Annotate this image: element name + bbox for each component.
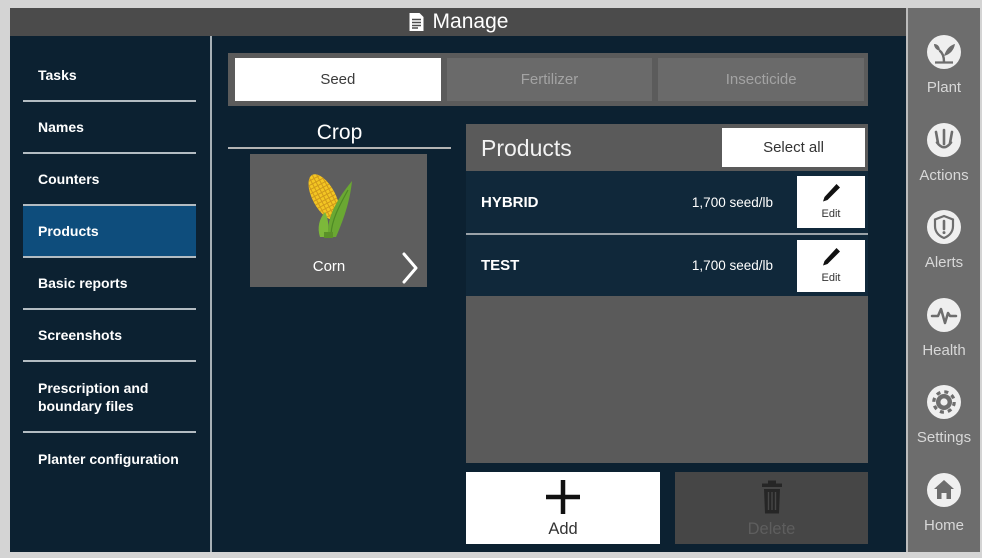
sidebar-item-label: Alerts — [924, 254, 964, 272]
plant-icon — [927, 35, 961, 69]
product-rate: 1,700 seed/lb — [691, 258, 773, 273]
product-name: TEST — [481, 257, 520, 274]
nav-item-label: Basic reports — [38, 275, 128, 291]
tab-fertilizer[interactable]: Fertilizer — [446, 58, 653, 101]
edit-button[interactable]: Edit — [797, 239, 865, 292]
left-nav: Tasks Names Counters Products Basic repo… — [10, 36, 210, 552]
nav-item-label: Planter configuration — [38, 451, 179, 467]
nav-item-label: Products — [38, 223, 99, 239]
nav-item-counters[interactable]: Counters — [23, 154, 196, 206]
sidebar-item-actions[interactable]: Actions — [908, 122, 980, 184]
crop-label: Corn — [312, 258, 346, 275]
tab-insecticide[interactable]: Insecticide — [658, 58, 865, 101]
products-panel: Products Select all HYBRID 1,700 seed/lb… — [466, 124, 868, 463]
tab-label: Insecticide — [725, 71, 797, 88]
nav-item-label: Screenshots — [38, 327, 123, 343]
crop-heading: Crop — [228, 118, 451, 149]
edit-label: Edit — [821, 208, 841, 220]
sidebar-item-settings[interactable]: Settings — [908, 385, 980, 446]
products-heading: Products — [481, 134, 572, 161]
alert-shield-icon — [927, 210, 961, 245]
product-name: HYBRID — [481, 193, 539, 211]
edit-label: Edit — [821, 271, 841, 284]
nav-item-names[interactable]: Names — [23, 102, 196, 154]
sidebar-item-label: Actions — [919, 166, 969, 184]
tab-label: Fertilizer — [520, 71, 579, 88]
add-button[interactable]: Add — [466, 472, 660, 544]
nav-item-label: Counters — [38, 171, 100, 187]
tab-label: Seed — [320, 71, 356, 88]
sidebar-item-label: Health — [922, 341, 966, 359]
sidebar-item-label: Settings — [916, 429, 972, 447]
sidebar-item-plant[interactable]: Plant — [908, 35, 980, 96]
add-label: Add — [548, 520, 578, 538]
nav-item-label: Prescription and boundary files — [38, 379, 149, 414]
sidebar-item-label: Home — [923, 516, 964, 534]
right-sidebar: Plant Actions Alerts Health Settings Hom… — [906, 8, 980, 552]
crop-card-corn[interactable]: Corn — [250, 154, 427, 287]
home-icon — [927, 472, 961, 507]
nav-item-planter-configuration[interactable]: Planter configuration — [23, 433, 196, 485]
edit-button[interactable]: Edit — [797, 176, 865, 228]
product-row[interactable]: HYBRID 1,700 seed/lb Edit — [466, 171, 868, 235]
nav-item-label: Tasks — [38, 67, 77, 83]
sidebar-item-alerts[interactable]: Alerts — [908, 210, 980, 271]
health-pulse-icon — [927, 297, 961, 332]
manage-screen: Manage Tasks Names Counters Products Bas… — [0, 0, 982, 558]
sidebar-item-label: Plant — [926, 79, 962, 96]
tab-seed[interactable]: Seed — [235, 58, 441, 101]
title-bar: Manage — [10, 8, 906, 36]
product-rate: 1,700 seed/lb — [691, 194, 773, 210]
main-content: Seed Fertilizer Insecticide Crop Corn Pr… — [212, 36, 906, 552]
product-row[interactable]: TEST 1,700 seed/lb Edit — [466, 235, 868, 296]
product-type-tabs: Seed Fertilizer Insecticide — [228, 53, 868, 106]
nav-item-products[interactable]: Products — [23, 206, 196, 258]
nav-item-prescription-files[interactable]: Prescription and boundary files — [23, 362, 196, 433]
nav-item-label: Names — [38, 119, 84, 135]
delete-button[interactable]: Delete — [675, 472, 868, 544]
products-header: Products Select all — [466, 124, 868, 171]
actions-icon — [927, 122, 961, 157]
nav-item-basic-reports[interactable]: Basic reports — [23, 258, 196, 310]
sidebar-item-home[interactable]: Home — [908, 472, 980, 534]
nav-item-screenshots[interactable]: Screenshots — [23, 310, 196, 362]
page-title: Manage — [432, 10, 509, 33]
gear-icon — [927, 385, 961, 420]
document-icon — [408, 12, 425, 32]
delete-label: Delete — [747, 520, 796, 538]
select-all-button[interactable]: Select all — [722, 128, 865, 167]
nav-item-tasks[interactable]: Tasks — [23, 50, 196, 102]
sidebar-item-health[interactable]: Health — [908, 297, 980, 359]
